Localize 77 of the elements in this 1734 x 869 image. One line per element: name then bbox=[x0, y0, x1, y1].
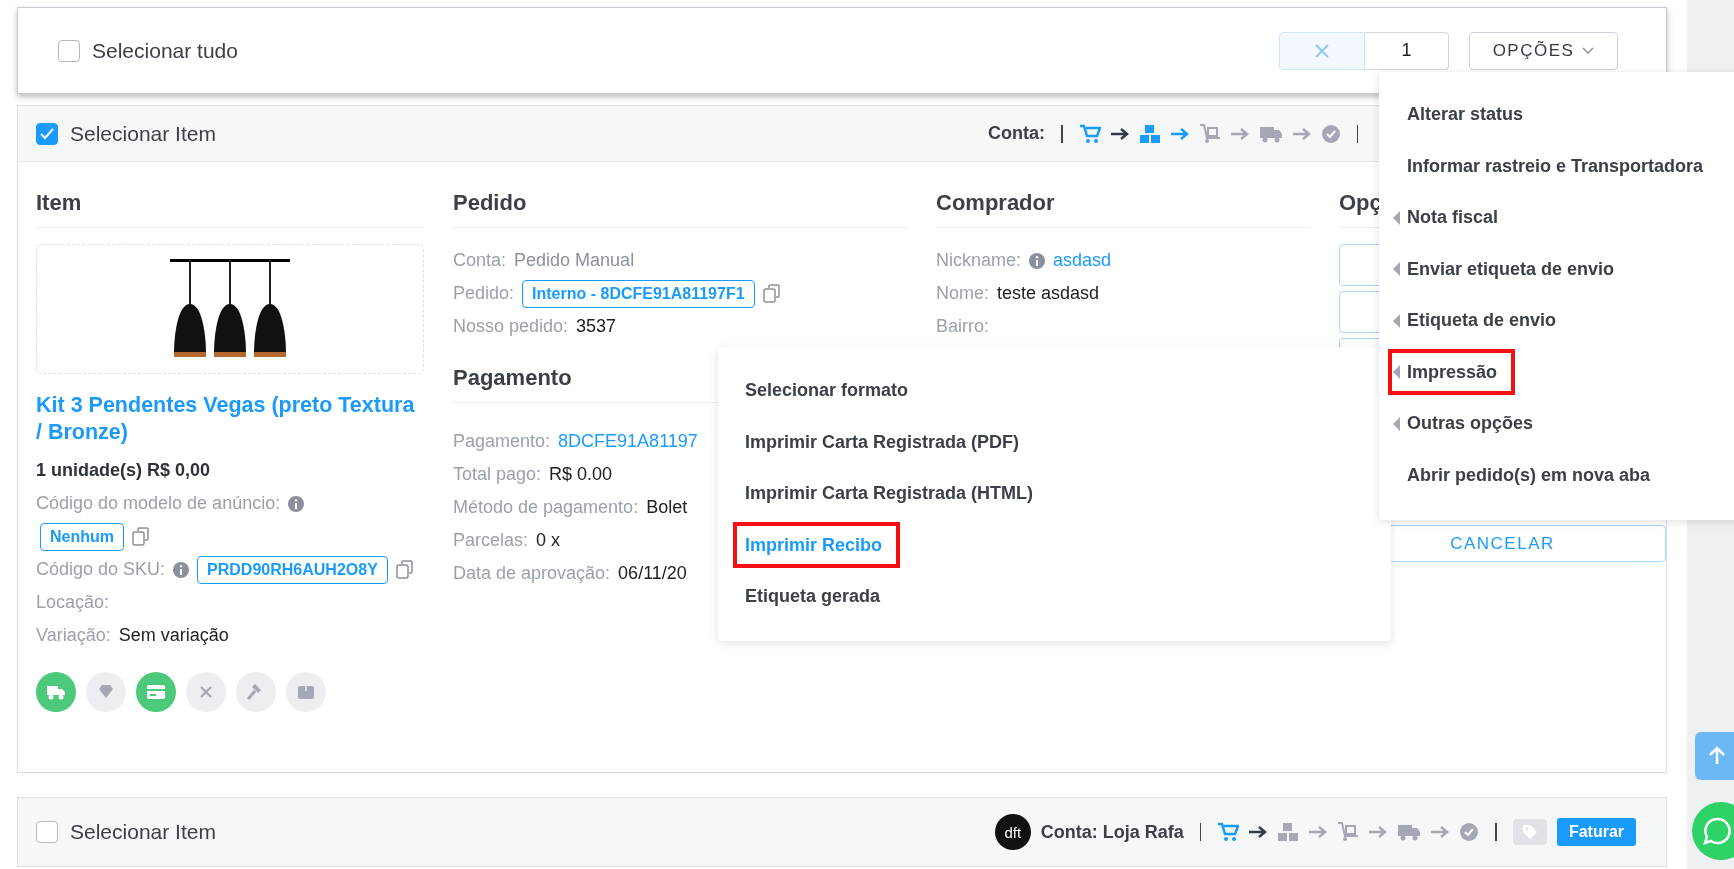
caret-left-icon bbox=[1393, 262, 1400, 277]
box-icon bbox=[296, 683, 316, 701]
card-action-button[interactable] bbox=[136, 672, 176, 712]
quantity-field[interactable]: 1 bbox=[1365, 31, 1449, 70]
menu-item[interactable]: Enviar etiqueta de envio bbox=[1388, 246, 1633, 293]
copy-icon[interactable] bbox=[762, 284, 781, 303]
menu-item[interactable]: Informar rastreio e Transportadora bbox=[1388, 143, 1722, 190]
check-icon bbox=[40, 127, 54, 140]
field-label: Nosso pedido: bbox=[453, 316, 569, 337]
field-label: Locação: bbox=[36, 592, 110, 613]
section-heading: Item bbox=[36, 190, 424, 228]
caret-left-icon bbox=[1393, 365, 1400, 380]
field-label: Total pago: bbox=[453, 464, 542, 485]
menu-item[interactable]: Impressão bbox=[1388, 349, 1516, 396]
box-action-button[interactable] bbox=[286, 672, 326, 712]
info-icon bbox=[1029, 252, 1046, 269]
options-button[interactable]: OPÇÕES bbox=[1469, 31, 1618, 70]
field-label: Nome: bbox=[936, 283, 989, 304]
account-logo: dft bbox=[994, 814, 1031, 850]
field-value: R$ 0.00 bbox=[549, 464, 613, 485]
copy-icon[interactable] bbox=[132, 527, 150, 546]
select-item-label[interactable]: Selecionar Item bbox=[70, 820, 216, 844]
field-label: Código do SKU: bbox=[36, 559, 166, 580]
section-heading: Comprador bbox=[936, 190, 1310, 228]
scroll-up-button[interactable] bbox=[1695, 732, 1734, 780]
field-label: Parcelas: bbox=[453, 530, 529, 551]
info-icon bbox=[173, 561, 190, 578]
menu-item[interactable]: Etiqueta de envio bbox=[1388, 297, 1575, 344]
close-icon bbox=[1314, 42, 1330, 59]
menu-item[interactable]: Etiqueta gerada bbox=[733, 573, 899, 620]
copy-icon[interactable] bbox=[395, 560, 414, 579]
section-heading: Pedido bbox=[453, 190, 907, 228]
account-label: Conta: Loja Rafa bbox=[1040, 821, 1184, 843]
hammer-action-button[interactable] bbox=[236, 672, 276, 712]
card-icon bbox=[146, 683, 166, 701]
clear-button[interactable] bbox=[1279, 31, 1365, 70]
menu-item[interactable]: Alterar status bbox=[1388, 91, 1542, 138]
diamond-action-button[interactable] bbox=[86, 672, 126, 712]
field-label: Conta: bbox=[453, 250, 507, 271]
field-label: Variação: bbox=[36, 625, 111, 646]
checkbox[interactable] bbox=[58, 39, 80, 62]
truck-action-button[interactable] bbox=[36, 672, 76, 712]
tag-icon bbox=[1521, 824, 1538, 840]
menu-item[interactable]: Abrir pedido(s) em nova aba bbox=[1388, 452, 1669, 499]
field-value: Bolet bbox=[646, 497, 688, 518]
field-label: Data de aprovação: bbox=[453, 563, 611, 584]
field-value: Sem variação bbox=[118, 625, 229, 646]
field-value: 0 x bbox=[536, 530, 561, 551]
menu-item[interactable]: Imprimir Carta Registrada (PDF) bbox=[733, 419, 1038, 466]
quantity-price: 1 unidade(s) R$ 0,00 bbox=[36, 459, 211, 482]
field-label: Método de pagamento: bbox=[453, 497, 639, 518]
info-icon bbox=[288, 495, 305, 512]
field-value: 3537 bbox=[576, 316, 617, 337]
field-value: Pedido Manual bbox=[514, 250, 635, 271]
chevron-down-icon bbox=[1582, 46, 1595, 55]
select-item-label[interactable]: Selecionar Item bbox=[70, 121, 216, 146]
caret-left-icon bbox=[1393, 416, 1400, 431]
field-value: 06/11/20 bbox=[618, 563, 687, 584]
select-all-label[interactable]: Selecionar tudo bbox=[92, 38, 238, 63]
caret-left-icon bbox=[1393, 210, 1400, 225]
menu-item[interactable]: Outras opções bbox=[1388, 400, 1552, 447]
truck-icon bbox=[46, 683, 66, 701]
chat-bubble-icon bbox=[1702, 816, 1732, 846]
menu-item[interactable]: Imprimir Carta Registrada (HTML) bbox=[733, 470, 1052, 517]
cancel-action-button[interactable] bbox=[186, 672, 226, 712]
checkbox[interactable] bbox=[36, 821, 58, 843]
field-label: Pedido: bbox=[453, 283, 515, 304]
field-label: Nickname: bbox=[936, 250, 1022, 271]
field-label: Código do modelo de anúncio: bbox=[36, 493, 281, 514]
arrow-up-icon bbox=[1707, 746, 1727, 766]
field-value: teste asdasd bbox=[997, 283, 1100, 304]
tag-button[interactable] bbox=[1512, 819, 1547, 845]
account-label: Conta: bbox=[988, 123, 1045, 144]
caret-left-icon bbox=[1393, 313, 1400, 328]
field-label: Bairro: bbox=[936, 316, 989, 337]
field-label: Pagamento: bbox=[453, 431, 551, 452]
checkbox[interactable] bbox=[36, 122, 58, 145]
